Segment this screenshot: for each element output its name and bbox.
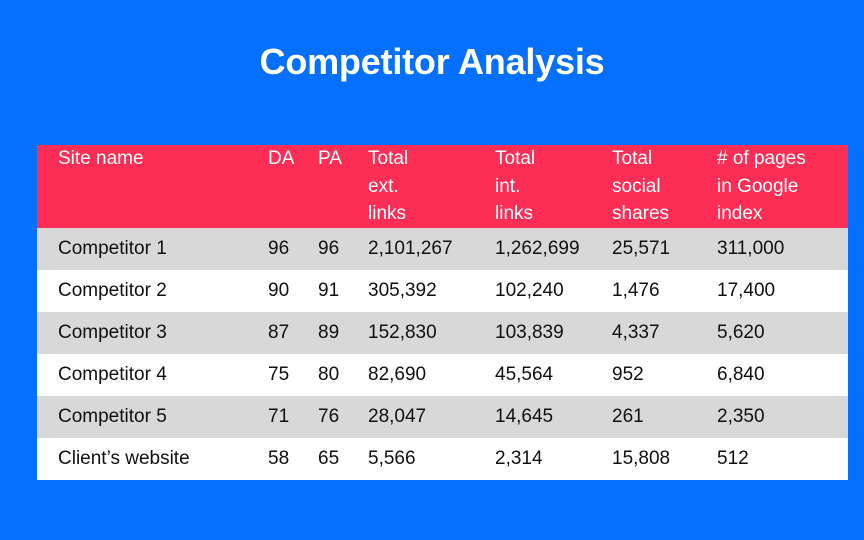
header-line: Site name [58,148,144,169]
cell-ext-links: 2,101,267 [368,227,495,270]
cell-pa: 96 [318,227,368,270]
cell-da: 71 [268,395,318,438]
column-header-total-int-links: Total int. links [495,145,612,228]
cell-ext-links: 305,392 [368,269,495,312]
cell-int-links: 103,839 [495,311,612,354]
header-line: Total [368,148,409,169]
cell-int-links: 1,262,699 [495,227,612,270]
cell-int-links: 102,240 [495,269,612,312]
cell-google-index: 2,350 [717,395,848,438]
header-line: links [495,203,534,225]
column-header-total-ext-links: Total ext. links [368,145,495,228]
table-header: Site name DA PA Total ext. links Total i… [37,145,848,228]
table-row: Competitor 5 71 76 28,047 14,645 261 2,3… [37,395,848,438]
cell-site-name: Competitor 1 [37,227,268,270]
cell-site-name: Competitor 2 [37,269,268,312]
cell-int-links: 2,314 [495,437,612,480]
cell-site-name: Competitor 4 [37,353,268,396]
column-header-pages-in-google-index: # of pages in Google index [717,145,848,228]
table-header-row: Site name DA PA Total ext. links Total i… [37,145,848,228]
cell-ext-links: 152,830 [368,311,495,354]
table-body: Competitor 1 96 96 2,101,267 1,262,699 2… [37,227,848,480]
cell-google-index: 17,400 [717,269,848,312]
column-header-total-social-shares: Total social shares [612,145,717,228]
cell-ext-links: 82,690 [368,353,495,396]
header-line: social [612,175,661,197]
page-title: Competitor Analysis [259,41,605,82]
competitor-analysis-table: Site name DA PA Total ext. links Total i… [37,145,848,480]
competitor-analysis-table-wrapper: Site name DA PA Total ext. links Total i… [37,145,848,480]
cell-pa: 80 [318,353,368,396]
cell-pa: 89 [318,311,368,354]
cell-social-shares: 4,337 [612,311,717,354]
table-row: Competitor 3 87 89 152,830 103,839 4,337… [37,311,848,354]
table-row: Competitor 1 96 96 2,101,267 1,262,699 2… [37,227,848,270]
table-row: Client’s website 58 65 5,566 2,314 15,80… [37,437,848,480]
cell-ext-links: 28,047 [368,395,495,438]
cell-social-shares: 25,571 [612,227,717,270]
table-row: Competitor 2 90 91 305,392 102,240 1,476… [37,269,848,312]
header-line: PA [318,148,342,169]
cell-pa: 65 [318,437,368,480]
cell-da: 58 [268,437,318,480]
header-line: Total [612,148,653,169]
header-line: int. [495,175,521,197]
cell-social-shares: 15,808 [612,437,717,480]
header-line: ext. [368,175,399,197]
header-line: index [717,203,763,225]
cell-social-shares: 261 [612,395,717,438]
cell-int-links: 45,564 [495,353,612,396]
header-line: shares [612,203,670,225]
header-line: Total [495,148,536,169]
cell-site-name: Client’s website [37,437,268,480]
cell-site-name: Competitor 5 [37,395,268,438]
header-line: links [368,203,407,225]
cell-da: 75 [268,353,318,396]
column-header-pa: PA [318,145,368,228]
slide-canvas: Competitor Analysis Site name DA PA Tota… [0,0,864,540]
cell-da: 87 [268,311,318,354]
cell-da: 96 [268,227,318,270]
table-row: Competitor 4 75 80 82,690 45,564 952 6,8… [37,353,848,396]
cell-ext-links: 5,566 [368,437,495,480]
cell-google-index: 512 [717,437,848,480]
cell-da: 90 [268,269,318,312]
cell-social-shares: 952 [612,353,717,396]
header-line: in Google [717,175,799,197]
cell-social-shares: 1,476 [612,269,717,312]
cell-google-index: 6,840 [717,353,848,396]
cell-google-index: 5,620 [717,311,848,354]
cell-int-links: 14,645 [495,395,612,438]
cell-site-name: Competitor 3 [37,311,268,354]
cell-google-index: 311,000 [717,227,848,270]
column-header-da: DA [268,145,318,228]
cell-pa: 91 [318,269,368,312]
header-line: DA [268,148,295,169]
cell-pa: 76 [318,395,368,438]
column-header-site-name: Site name [37,145,268,228]
header-line: # of pages [717,148,806,169]
